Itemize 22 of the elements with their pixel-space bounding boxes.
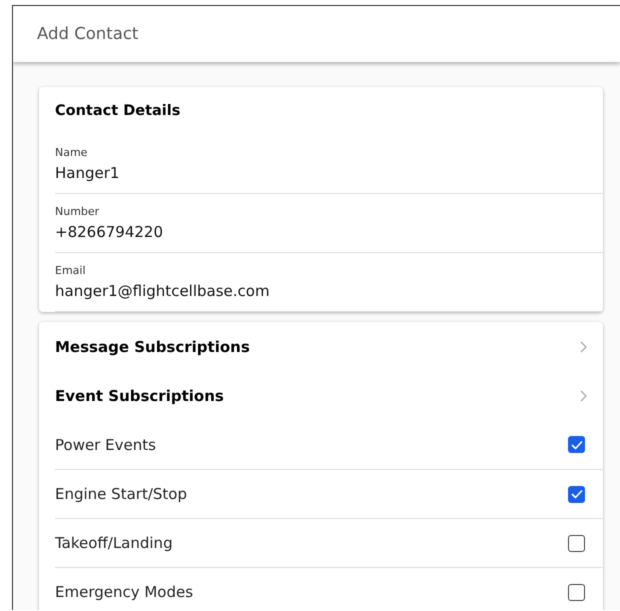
checkmark-icon [570,440,582,450]
checkbox[interactable] [568,584,585,600]
chevron-right-icon [580,390,587,402]
card-title: Contact Details [55,103,182,119]
event-label: Engine Start/Stop [55,485,187,503]
subscriptions-link[interactable]: Message Subscriptions [55,338,250,356]
field-value[interactable]: Hanger1 [55,163,120,184]
checkmark-icon [570,489,582,499]
field-label: Email [55,264,86,278]
field-value[interactable]: +8266794220 [55,222,164,243]
field-value[interactable]: hanger1@flightcellbase.com [55,281,270,302]
event-label: Takeoff/Landing [55,534,173,552]
event-label: Power Events [55,436,156,454]
checkbox[interactable] [568,534,585,552]
chevron-right-icon [580,340,587,352]
event-label: Emergency Modes [55,583,194,601]
field-label: Name [55,146,88,160]
field-label: Number [55,205,100,219]
subscriptions-link[interactable]: Event Subscriptions [55,386,224,404]
checkbox[interactable] [568,436,585,453]
page-title: Add Contact [36,23,140,45]
checkbox[interactable] [568,486,585,502]
